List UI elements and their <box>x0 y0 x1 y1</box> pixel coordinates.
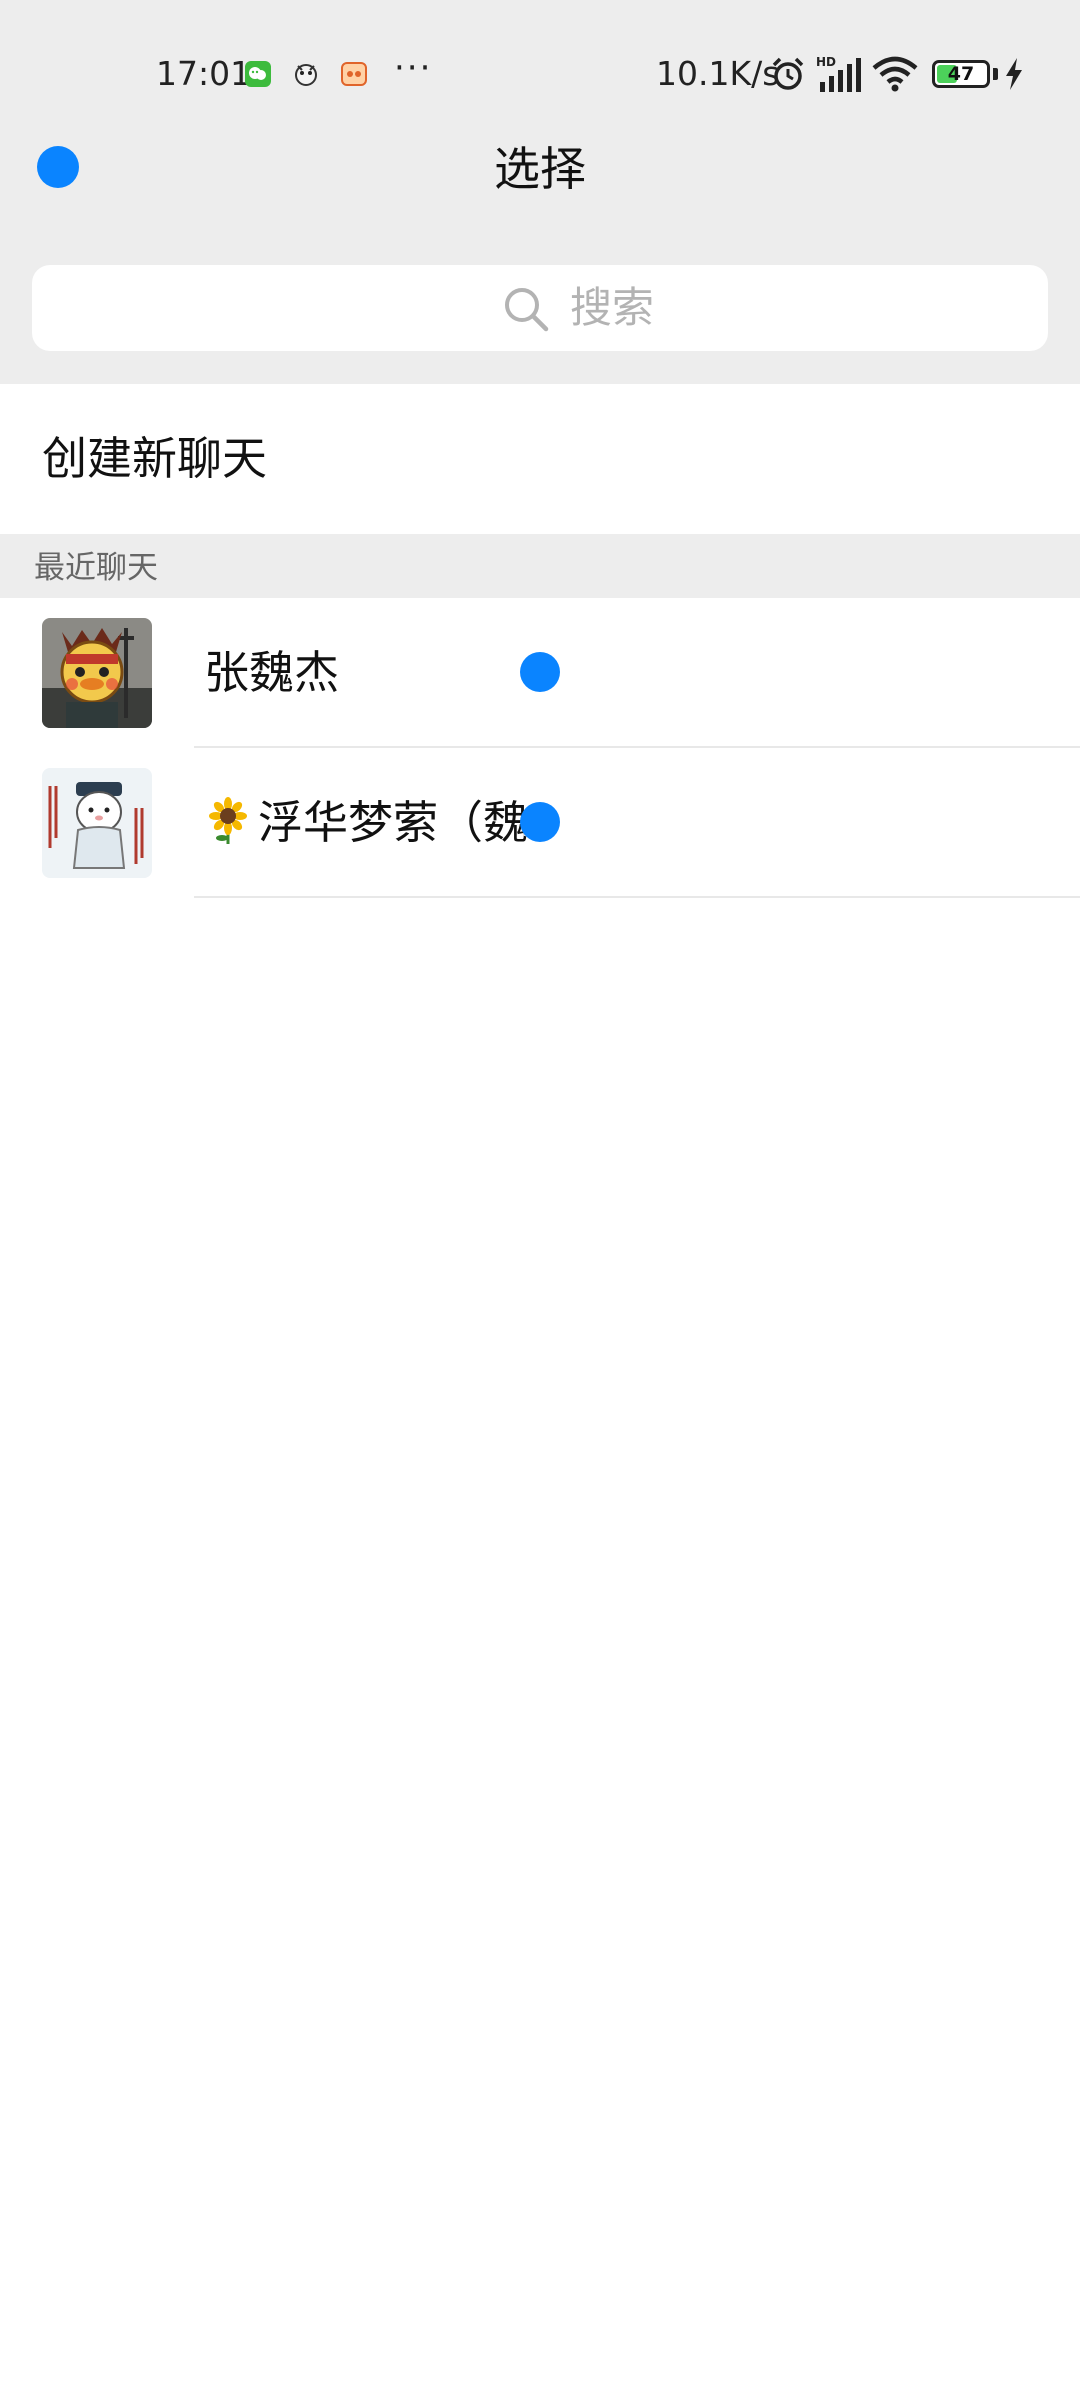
create-new-chat-label: 创建新聊天 <box>42 432 268 485</box>
select-indicator[interactable] <box>520 652 560 692</box>
avatar <box>42 618 152 728</box>
contact-name: 张魏杰 <box>204 646 340 699</box>
contact-name: 浮华梦萦（魏 <box>204 794 559 852</box>
wifi-icon <box>872 56 918 92</box>
list-item[interactable]: 张魏杰 <box>0 598 1080 748</box>
search-input[interactable]: 搜索 <box>32 265 1048 351</box>
hd-signal-icon: HD <box>816 55 861 92</box>
charging-icon <box>1006 58 1022 90</box>
avatar-image <box>42 768 152 878</box>
network-speed: 10.1K/s <box>656 54 780 93</box>
game-notification-icon <box>341 62 367 86</box>
create-new-chat-button[interactable]: 创建新聊天 <box>0 384 1080 534</box>
select-indicator[interactable] <box>520 802 560 842</box>
recent-chats-label: 最近聊天 <box>34 550 158 586</box>
wechat-notification-icon <box>245 61 271 87</box>
cartoon-notification-icon <box>295 64 317 86</box>
status-more: ··· <box>394 48 433 88</box>
avatar <box>42 768 152 878</box>
battery-cap <box>993 68 998 80</box>
svg-text:HD: HD <box>816 55 836 69</box>
alarm-icon <box>772 57 804 90</box>
battery-level: 47 <box>947 63 975 85</box>
avatar-image <box>42 618 152 728</box>
search-icon <box>505 288 549 332</box>
search-placeholder: 搜索 <box>570 283 655 332</box>
sunflower-icon <box>209 797 247 844</box>
status-time: 17:01 <box>156 54 252 93</box>
row-divider <box>194 896 1080 898</box>
page-title: 选择 <box>494 142 586 196</box>
status-bar: 17:01 ··· 10.1K/s HD 47 <box>0 40 1080 110</box>
list-item[interactable]: 浮华梦萦（魏 <box>0 748 1080 898</box>
recent-chats-header: 最近聊天 <box>0 534 1080 598</box>
battery-icon: 47 <box>932 60 990 88</box>
